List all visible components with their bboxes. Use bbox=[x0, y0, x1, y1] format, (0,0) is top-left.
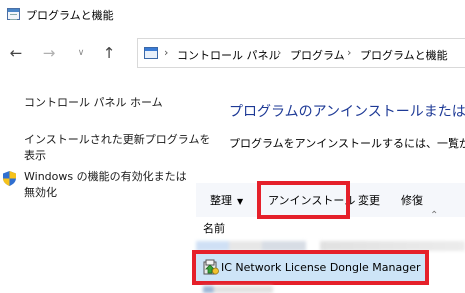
organize-label: 整理 bbox=[210, 194, 232, 207]
view-installed-updates-link-line2[interactable]: 表示 bbox=[24, 148, 46, 164]
up-arrow-icon[interactable]: ↑ bbox=[100, 44, 118, 62]
view-installed-updates-link[interactable]: インストールされた更新プログラムを bbox=[24, 132, 210, 148]
uninstall-highlight-box bbox=[257, 181, 350, 219]
back-arrow-icon[interactable]: ← bbox=[7, 44, 25, 62]
control-panel-icon bbox=[144, 47, 158, 59]
control-panel-window: プログラムと機能 ← → ∨ ↑ › コントロール パネル › プログラム › … bbox=[0, 0, 465, 293]
windows-features-link-line2[interactable]: 無効化 bbox=[24, 185, 57, 201]
uac-shield-icon bbox=[3, 171, 16, 186]
title-bar: プログラムと機能 bbox=[0, 0, 465, 28]
breadcrumb-separator-icon[interactable]: › bbox=[277, 46, 281, 59]
organize-button[interactable]: 整理 ▼ bbox=[210, 192, 243, 208]
breadcrumb-separator-icon[interactable]: › bbox=[347, 46, 351, 59]
breadcrumb-separator-icon[interactable]: › bbox=[164, 46, 168, 59]
sort-ascending-icon: ⌃ bbox=[430, 210, 439, 221]
change-button[interactable]: 変更 bbox=[358, 192, 380, 208]
repair-button[interactable]: 修復 bbox=[401, 192, 423, 208]
blurred-list-item bbox=[203, 286, 273, 293]
programs-window-icon bbox=[7, 8, 20, 20]
page-description: プログラムをアンインストールするには、一覧からプログラ bbox=[229, 137, 465, 150]
breadcrumb-programs-and-features[interactable]: プログラムと機能 bbox=[360, 47, 448, 63]
address-bar[interactable]: › コントロール パネル › プログラム › プログラムと機能 bbox=[137, 38, 465, 68]
program-highlight-box bbox=[192, 250, 429, 285]
window-title: プログラムと機能 bbox=[26, 9, 114, 22]
control-panel-home-link[interactable]: コントロール パネル ホーム bbox=[24, 95, 163, 111]
recent-locations-chevron-icon[interactable]: ∨ bbox=[72, 44, 90, 62]
breadcrumb-control-panel[interactable]: コントロール パネル bbox=[177, 47, 280, 63]
chevron-down-icon: ▼ bbox=[237, 197, 244, 206]
forward-arrow-icon[interactable]: → bbox=[40, 44, 58, 62]
page-title: プログラムのアンインストールまたは変更 bbox=[229, 104, 465, 120]
breadcrumb-programs[interactable]: プログラム bbox=[290, 47, 345, 63]
windows-features-link[interactable]: Windows の機能の有効化または bbox=[24, 169, 187, 185]
name-column-header[interactable]: 名前 bbox=[203, 220, 225, 236]
